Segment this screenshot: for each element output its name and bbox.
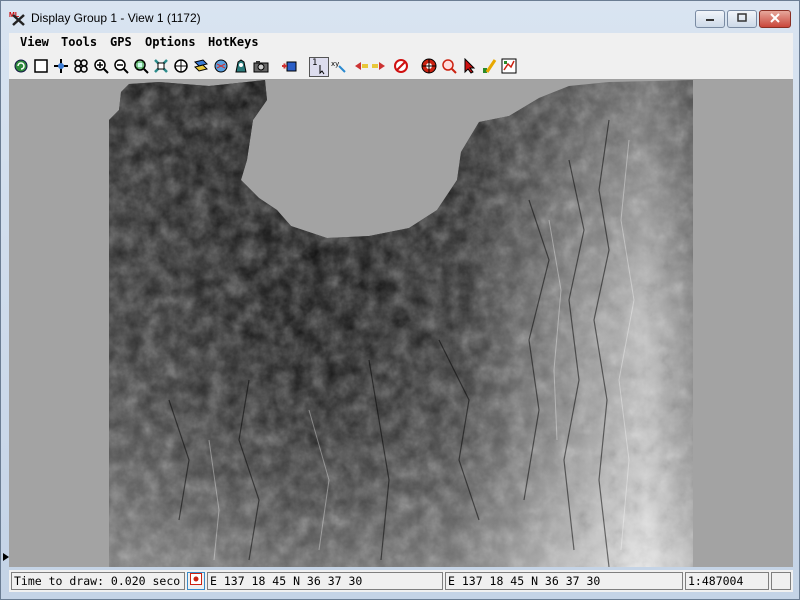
zoom-in-icon[interactable]: [93, 58, 109, 74]
time-to-draw-label: Time to draw: 0.020 seco: [11, 572, 185, 590]
app-window: ML Display Group 1 - View 1 (1172) View …: [0, 0, 800, 600]
zoom-1x-icon[interactable]: [173, 58, 189, 74]
zoom-box-icon[interactable]: [133, 58, 149, 74]
status-bar: Time to draw: 0.020 seco E 137 18 45 N 3…: [9, 570, 793, 592]
menu-options[interactable]: Options: [145, 35, 196, 49]
status-empty-field: [771, 572, 791, 590]
zoom-full-icon[interactable]: [153, 58, 169, 74]
select-badge: 1: [312, 58, 318, 68]
zoom-magnify-icon[interactable]: [441, 58, 457, 74]
group-icon[interactable]: [213, 58, 229, 74]
gps-icon[interactable]: [421, 58, 437, 74]
gps-position-button[interactable]: [187, 572, 205, 590]
snapshot-icon[interactable]: [253, 58, 269, 74]
maximize-icon: [736, 10, 748, 28]
menu-view[interactable]: View: [20, 35, 49, 49]
cursor-coordinates-2: E 137 18 45 N 36 37 30: [445, 572, 683, 590]
map-canvas[interactable]: [9, 80, 793, 567]
layer-icon[interactable]: [193, 58, 209, 74]
title-bar[interactable]: ML Display Group 1 - View 1 (1172): [1, 1, 799, 35]
menu-hotkeys[interactable]: HotKeys: [208, 35, 259, 49]
elevation-raster-image: [109, 80, 693, 567]
close-button[interactable]: [759, 10, 791, 28]
edit-icon[interactable]: [481, 58, 497, 74]
pan-icon[interactable]: [53, 58, 69, 74]
redraw-icon[interactable]: [13, 58, 29, 74]
window-title: Display Group 1 - View 1 (1172): [31, 11, 201, 25]
select-xy-icon[interactable]: xy: [331, 58, 347, 74]
minimize-button[interactable]: [695, 10, 725, 28]
toolbar: 1 xy: [9, 53, 793, 80]
map-scale[interactable]: 1:487004: [685, 572, 769, 590]
locate-icon[interactable]: [233, 58, 249, 74]
menu-tools[interactable]: Tools: [61, 35, 97, 49]
cursor-coordinates-1: E 137 18 45 N 36 37 30: [207, 572, 443, 590]
menu-bar: View Tools GPS Options HotKeys: [9, 33, 793, 53]
add-layer-icon[interactable]: [281, 58, 297, 74]
gps-position-icon: [190, 573, 202, 589]
minimize-icon: [704, 10, 716, 28]
legend-icon[interactable]: [501, 58, 517, 74]
select-arrow-icon[interactable]: [461, 58, 477, 74]
cancel-icon[interactable]: [393, 58, 409, 74]
zoom-out-icon[interactable]: [113, 58, 129, 74]
select-1-icon[interactable]: 1: [309, 57, 329, 77]
menu-gps[interactable]: GPS: [110, 35, 132, 49]
svg-text:xy: xy: [331, 60, 339, 68]
tntmips-app-icon: ML: [9, 9, 27, 27]
close-icon: [769, 10, 781, 28]
expand-arrow-icon[interactable]: [3, 553, 9, 561]
maximize-button[interactable]: [727, 10, 757, 28]
multi-pan-icon[interactable]: [73, 58, 89, 74]
prev-next-icon[interactable]: [353, 58, 387, 74]
full-view-icon[interactable]: [33, 58, 49, 74]
